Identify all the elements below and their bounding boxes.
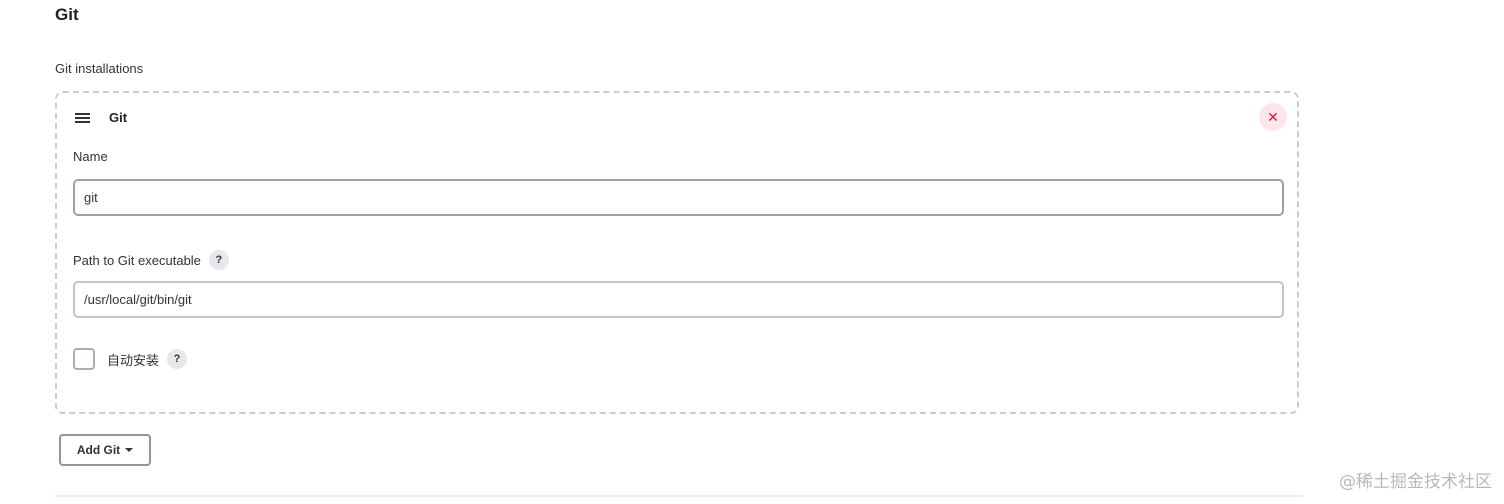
auto-install-help-icon[interactable]: ? — [167, 349, 188, 369]
divider — [55, 495, 1303, 497]
path-help-icon[interactable]: ? — [208, 250, 229, 270]
card-heading: Git — [109, 110, 128, 125]
path-input[interactable] — [73, 281, 1284, 318]
auto-install-label[interactable]: 自动安装 — [107, 350, 159, 369]
git-installation-card: Git ✕ Name Path to Git executable ? 自动安装… — [55, 91, 1299, 414]
installations-label: Git installations — [55, 61, 144, 76]
auto-install-checkbox[interactable] — [73, 348, 95, 370]
caret-down-icon — [125, 448, 134, 452]
watermark: @稀土掘金技术社区 — [1339, 472, 1492, 492]
add-git-label: Add Git — [76, 443, 121, 457]
delete-installation-button[interactable]: ✕ — [1259, 103, 1287, 131]
name-input[interactable] — [73, 179, 1284, 216]
git-configuration-page: Git Git installations Git ✕ Name Path to… — [0, 0, 1504, 504]
close-icon: ✕ — [1267, 109, 1279, 125]
name-label: Name — [73, 149, 108, 164]
section-title: Git — [55, 5, 79, 24]
add-git-button[interactable]: Add Git — [59, 434, 151, 466]
path-label-row: Path to Git executable ? — [73, 250, 229, 270]
auto-install-row: 自动安装 ? — [73, 348, 188, 370]
path-label: Path to Git executable — [73, 252, 201, 268]
drag-handle-icon[interactable] — [75, 113, 91, 125]
